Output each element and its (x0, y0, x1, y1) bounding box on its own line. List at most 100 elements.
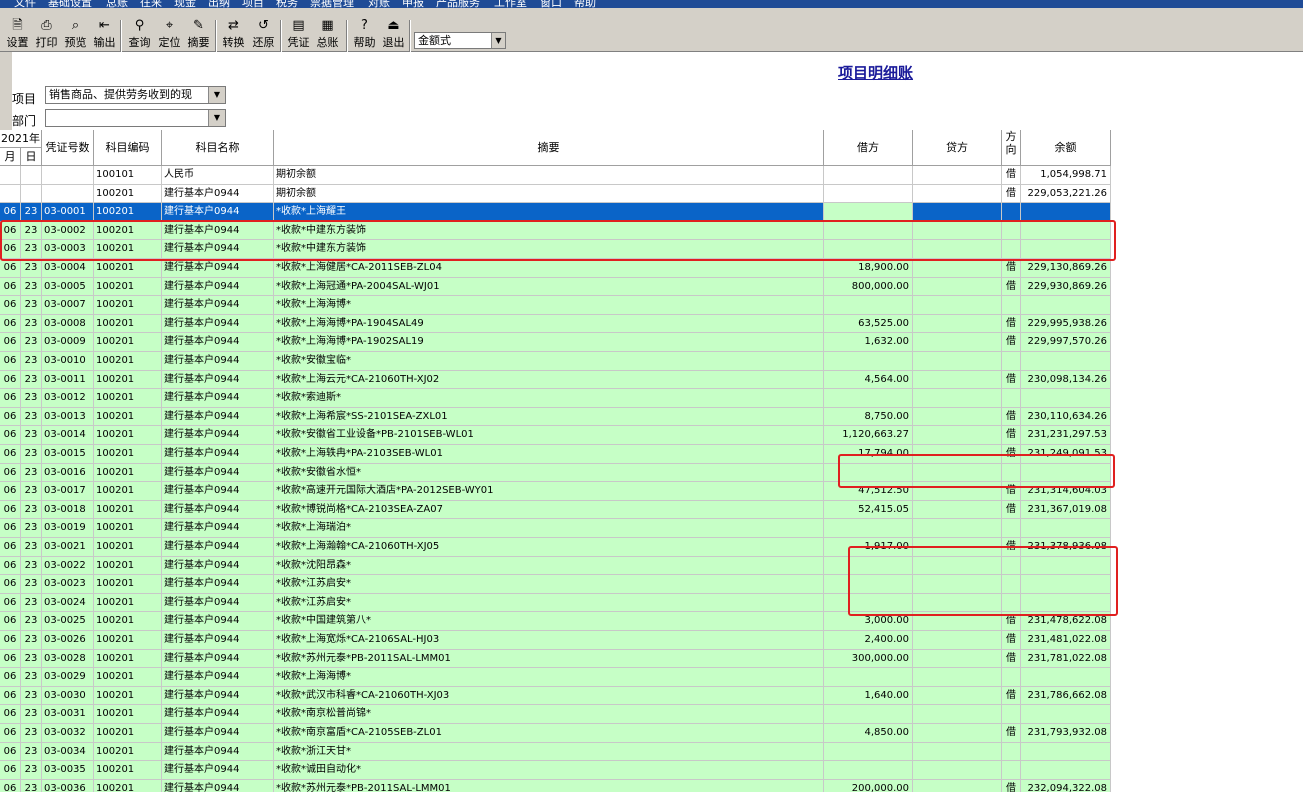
table-row[interactable]: 06 23 03-0009 100201 建行基本户0944 *收款*上海海博*PA-19… (0, 333, 1111, 352)
amount-mode-select[interactable]: 金额式 ▼ (414, 32, 506, 49)
table-row[interactable]: 06 23 03-0008 100201 建行基本户0944 *收款*上海海博*PA-19… (0, 314, 1111, 334)
table-row[interactable]: 06 23 03-0022 100201 建行基本户0944 *收款*沈阳昂森* (0, 556, 1111, 576)
table-row[interactable]: 06 23 03-0018 100201 建行基本户0944 *收款*博锐尚格*CA-21… (0, 500, 1111, 520)
chevron-down-icon[interactable]: ▼ (208, 87, 225, 103)
cell-code: 100201 (94, 184, 162, 204)
table-row[interactable]: 06 23 03-0001 100201 建行基本户0944 *收款*上海耀王 (0, 203, 1111, 222)
cell-code: 100201 (94, 575, 162, 594)
cell-name: 建行基本户0944 (162, 240, 274, 259)
cell-credit (913, 296, 1002, 315)
menu-item[interactable]: 税务 (276, 0, 298, 8)
column-header-account-name[interactable]: 科目名称 (162, 130, 274, 166)
table-row[interactable]: 06 23 03-0021 100201 建行基本户0944 *收款*上海瀚翰*CA-21… (0, 538, 1111, 557)
column-header-credit[interactable]: 贷方 (913, 130, 1002, 166)
cell-name: 建行基本户0944 (162, 779, 274, 792)
table-row[interactable]: 06 23 03-0015 100201 建行基本户0944 *收款*上海轶冉*PA-21… (0, 445, 1111, 464)
menu-item[interactable]: 基础设置 (48, 0, 92, 8)
cell-name: 建行基本户0944 (162, 742, 274, 762)
table-row[interactable]: 06 23 03-0035 100201 建行基本户0944 *收款*诚田自动化* (0, 761, 1111, 780)
table-row[interactable]: 06 23 03-0016 100201 建行基本户0944 *收款*安徽省水恒* (0, 463, 1111, 483)
table-row[interactable]: 06 23 03-0023 100201 建行基本户0944 *收款*江苏启安* (0, 575, 1111, 594)
cell-credit (913, 519, 1002, 538)
table-row[interactable]: 06 23 03-0007 100201 建行基本户0944 *收款*上海海博* (0, 296, 1111, 315)
table-row[interactable]: 06 23 03-0028 100201 建行基本户0944 *收款*苏州元泰*PB-20… (0, 649, 1111, 669)
cell-dir: 借 (1002, 649, 1021, 669)
cell-m: 06 (0, 314, 21, 334)
table-row[interactable]: 100201 建行基本户0944 期初余额 借 229,053,221.26 (0, 184, 1111, 204)
menu-item[interactable]: 工作室 (494, 0, 527, 8)
cell-name: 建行基本户0944 (162, 352, 274, 371)
menu-item[interactable]: 现金 (174, 0, 196, 8)
column-header-account-code[interactable]: 科目编码 (94, 130, 162, 166)
cell-v: 03-0016 (42, 463, 94, 483)
column-header-balance[interactable]: 余额 (1021, 130, 1111, 166)
table-row[interactable]: 06 23 03-0012 100201 建行基本户0944 *收款*索迪斯* (0, 389, 1111, 408)
table-row[interactable]: 06 23 03-0026 100201 建行基本户0944 *收款*上海宽烁*CA-21… (0, 631, 1111, 650)
cell-d: 23 (21, 519, 42, 538)
table-row[interactable]: 06 23 03-0030 100201 建行基本户0944 *收款*武汉市科睿*CA-2… (0, 686, 1111, 706)
cell-dir: 借 (1002, 277, 1021, 297)
table-row[interactable]: 06 23 03-0004 100201 建行基本户0944 *收款*上海健居*CA-20… (0, 259, 1111, 278)
menu-item[interactable]: 项目 (242, 0, 264, 8)
cell-v: 03-0032 (42, 724, 94, 743)
table-row[interactable]: 06 23 03-0011 100201 建行基本户0944 *收款*上海云元*CA-21… (0, 370, 1111, 390)
toolbar-button-label: 退出 (382, 36, 405, 49)
cell-bal: 231,793,932.08 (1021, 724, 1111, 743)
cell-v: 03-0018 (42, 500, 94, 520)
cell-memo: *收款*上海海博*PA-1904SAL49 (274, 314, 824, 334)
cell-debit: 8,750.00 (824, 407, 913, 427)
table-row[interactable]: 06 23 03-0002 100201 建行基本户0944 *收款*中建东方装饰 (0, 221, 1111, 241)
column-header-memo[interactable]: 摘要 (274, 130, 824, 166)
summary-icon: ✎ (193, 18, 204, 33)
cell-memo: *收款*上海健居*CA-2011SEB-ZL04 (274, 259, 824, 278)
table-row[interactable]: 06 23 03-0029 100201 建行基本户0944 *收款*上海海博* (0, 668, 1111, 687)
table-row[interactable]: 06 23 03-0005 100201 建行基本户0944 *收款*上海冠通*PA-20… (0, 277, 1111, 297)
table-row[interactable]: 06 23 03-0024 100201 建行基本户0944 *收款*江苏启安* (0, 593, 1111, 613)
cell-d: 23 (21, 556, 42, 576)
chevron-down-icon[interactable]: ▼ (208, 110, 225, 126)
cell-code: 100201 (94, 314, 162, 334)
cell-dir: 借 (1002, 500, 1021, 520)
cell-code: 100201 (94, 761, 162, 780)
cell-name: 建行基本户0944 (162, 556, 274, 576)
cell-d: 23 (21, 686, 42, 706)
menu-item[interactable]: 总账 (106, 0, 128, 8)
table-row[interactable]: 06 23 03-0036 100201 建行基本户0944 *收款*苏州元泰*PB-20… (0, 779, 1111, 792)
table-row[interactable]: 06 23 03-0003 100201 建行基本户0944 *收款*中建东方装饰 (0, 240, 1111, 259)
menu-item[interactable]: 往来 (140, 0, 162, 8)
menu-item[interactable]: 帮助 (574, 0, 596, 8)
cell-d: 23 (21, 761, 42, 780)
menu-item[interactable]: 产品服务 (436, 0, 480, 8)
table-row[interactable]: 06 23 03-0025 100201 建行基本户0944 *收款*中国建筑第八* 3,0… (0, 612, 1111, 631)
menu-item[interactable]: 申报 (402, 0, 424, 8)
cell-v: 03-0022 (42, 556, 94, 576)
table-row[interactable]: 06 23 03-0034 100201 建行基本户0944 *收款*浙江天甘* (0, 742, 1111, 762)
table-row[interactable]: 06 23 03-0032 100201 建行基本户0944 *收款*南京富盾*CA-21… (0, 724, 1111, 743)
menu-item[interactable]: 票据管理 (310, 0, 354, 8)
table-row[interactable]: 06 23 03-0013 100201 建行基本户0944 *收款*上海希宸*SS-21… (0, 407, 1111, 427)
cell-memo: *收款*安徽宝临* (274, 352, 824, 371)
table-row[interactable]: 06 23 03-0014 100201 建行基本户0944 *收款*安徽省工业设备*PB… (0, 426, 1111, 445)
table-row[interactable]: 06 23 03-0017 100201 建行基本户0944 *收款*高速开元国际大酒店*… (0, 482, 1111, 501)
menu-item[interactable]: 出纳 (208, 0, 230, 8)
cell-m: 06 (0, 612, 21, 631)
toolbar-separator (215, 20, 217, 56)
menu-item[interactable]: 文件 (14, 0, 36, 8)
cell-credit (913, 259, 1002, 278)
table-row[interactable]: 06 23 03-0031 100201 建行基本户0944 *收款*南京松普尚锦* (0, 705, 1111, 724)
chevron-down-icon[interactable]: ▼ (491, 33, 505, 48)
column-header-voucher[interactable]: 凭证号数 (42, 130, 94, 166)
table-row[interactable]: 06 23 03-0010 100201 建行基本户0944 *收款*安徽宝临* (0, 352, 1111, 371)
table-row[interactable]: 100101 人民币 期初余额 借 1,054,998.71 (0, 166, 1111, 185)
menu-item[interactable]: 对账 (368, 0, 390, 8)
column-header-debit[interactable]: 借方 (824, 130, 913, 166)
cell-v: 03-0028 (42, 649, 94, 669)
cell-d: 23 (21, 631, 42, 650)
column-header-direction[interactable]: 方向 (1002, 130, 1021, 166)
dept-select[interactable]: ▼ (45, 109, 226, 127)
project-select[interactable]: 销售商品、提供劳务收到的现 ▼ (45, 86, 226, 104)
menu-item[interactable]: 窗口 (540, 0, 562, 8)
table-row[interactable]: 06 23 03-0019 100201 建行基本户0944 *收款*上海瑞泊* (0, 519, 1111, 538)
cell-debit: 1,917.00 (824, 538, 913, 557)
cell-memo: *收款*上海云元*CA-21060TH-XJ02 (274, 370, 824, 390)
